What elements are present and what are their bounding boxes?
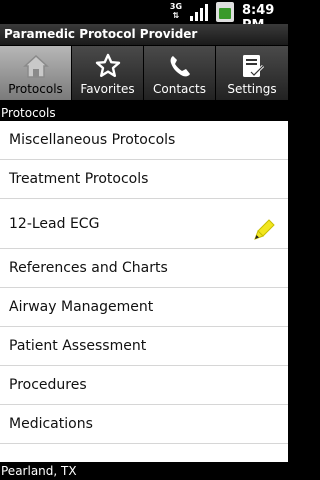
phone-icon — [170, 56, 190, 77]
list-item-medications[interactable]: Medications — [0, 405, 288, 444]
tab-contacts[interactable]: Contacts — [144, 46, 216, 100]
list-item-airway-management[interactable]: Airway Management — [0, 288, 288, 327]
star-icon — [95, 53, 121, 77]
tab-favorites[interactable]: Favorites — [72, 46, 144, 100]
footer-location: Pearland, TX — [0, 462, 288, 480]
status-bar: 3G ⇅ 8:49 PM — [0, 0, 288, 33]
home-icon — [23, 54, 49, 78]
list-item-label: Patient Assessment — [9, 338, 147, 354]
pencil-icon — [254, 219, 275, 240]
list-item-treatment-protocols[interactable]: Treatment Protocols — [0, 160, 288, 199]
tab-label: Settings — [227, 82, 277, 96]
app-title-bar: Paramedic Protocol Provider — [0, 24, 288, 46]
tab-protocols[interactable]: Protocols — [0, 46, 72, 100]
tab-label: Favorites — [80, 82, 135, 96]
signal-strength-icon — [190, 4, 208, 21]
list-item-patient-assessment[interactable]: Patient Assessment — [0, 327, 288, 366]
tab-settings[interactable]: Settings — [216, 46, 288, 100]
tab-bar: Protocols Favorites Contacts Settings — [0, 46, 288, 100]
list-item-label: Airway Management — [9, 299, 154, 315]
battery-icon — [216, 2, 234, 22]
list-item-label: Miscellaneous Protocols — [9, 132, 176, 148]
checklist-icon — [243, 55, 265, 78]
list-item-label: Treatment Protocols — [9, 171, 149, 187]
network-3g-icon: 3G ⇅ — [169, 2, 183, 20]
tab-label: Contacts — [153, 82, 206, 96]
list-item-procedures[interactable]: Procedures — [0, 366, 288, 405]
list-item-label: Procedures — [9, 377, 87, 393]
protocol-list: Miscellaneous Protocols Treatment Protoc… — [0, 121, 288, 462]
list-item-12-lead-ecg[interactable]: 12-Lead ECG — [0, 199, 288, 249]
list-item-miscellaneous-protocols[interactable]: Miscellaneous Protocols — [0, 121, 288, 160]
list-item-label: References and Charts — [9, 260, 168, 276]
list-item-label: Medications — [9, 416, 93, 432]
app-title: Paramedic Protocol Provider — [4, 27, 198, 41]
list-item-references-and-charts[interactable]: References and Charts — [0, 249, 288, 288]
list-item-label: 12-Lead ECG — [9, 215, 100, 232]
tab-label: Protocols — [8, 82, 63, 96]
section-header: Protocols — [0, 105, 288, 121]
